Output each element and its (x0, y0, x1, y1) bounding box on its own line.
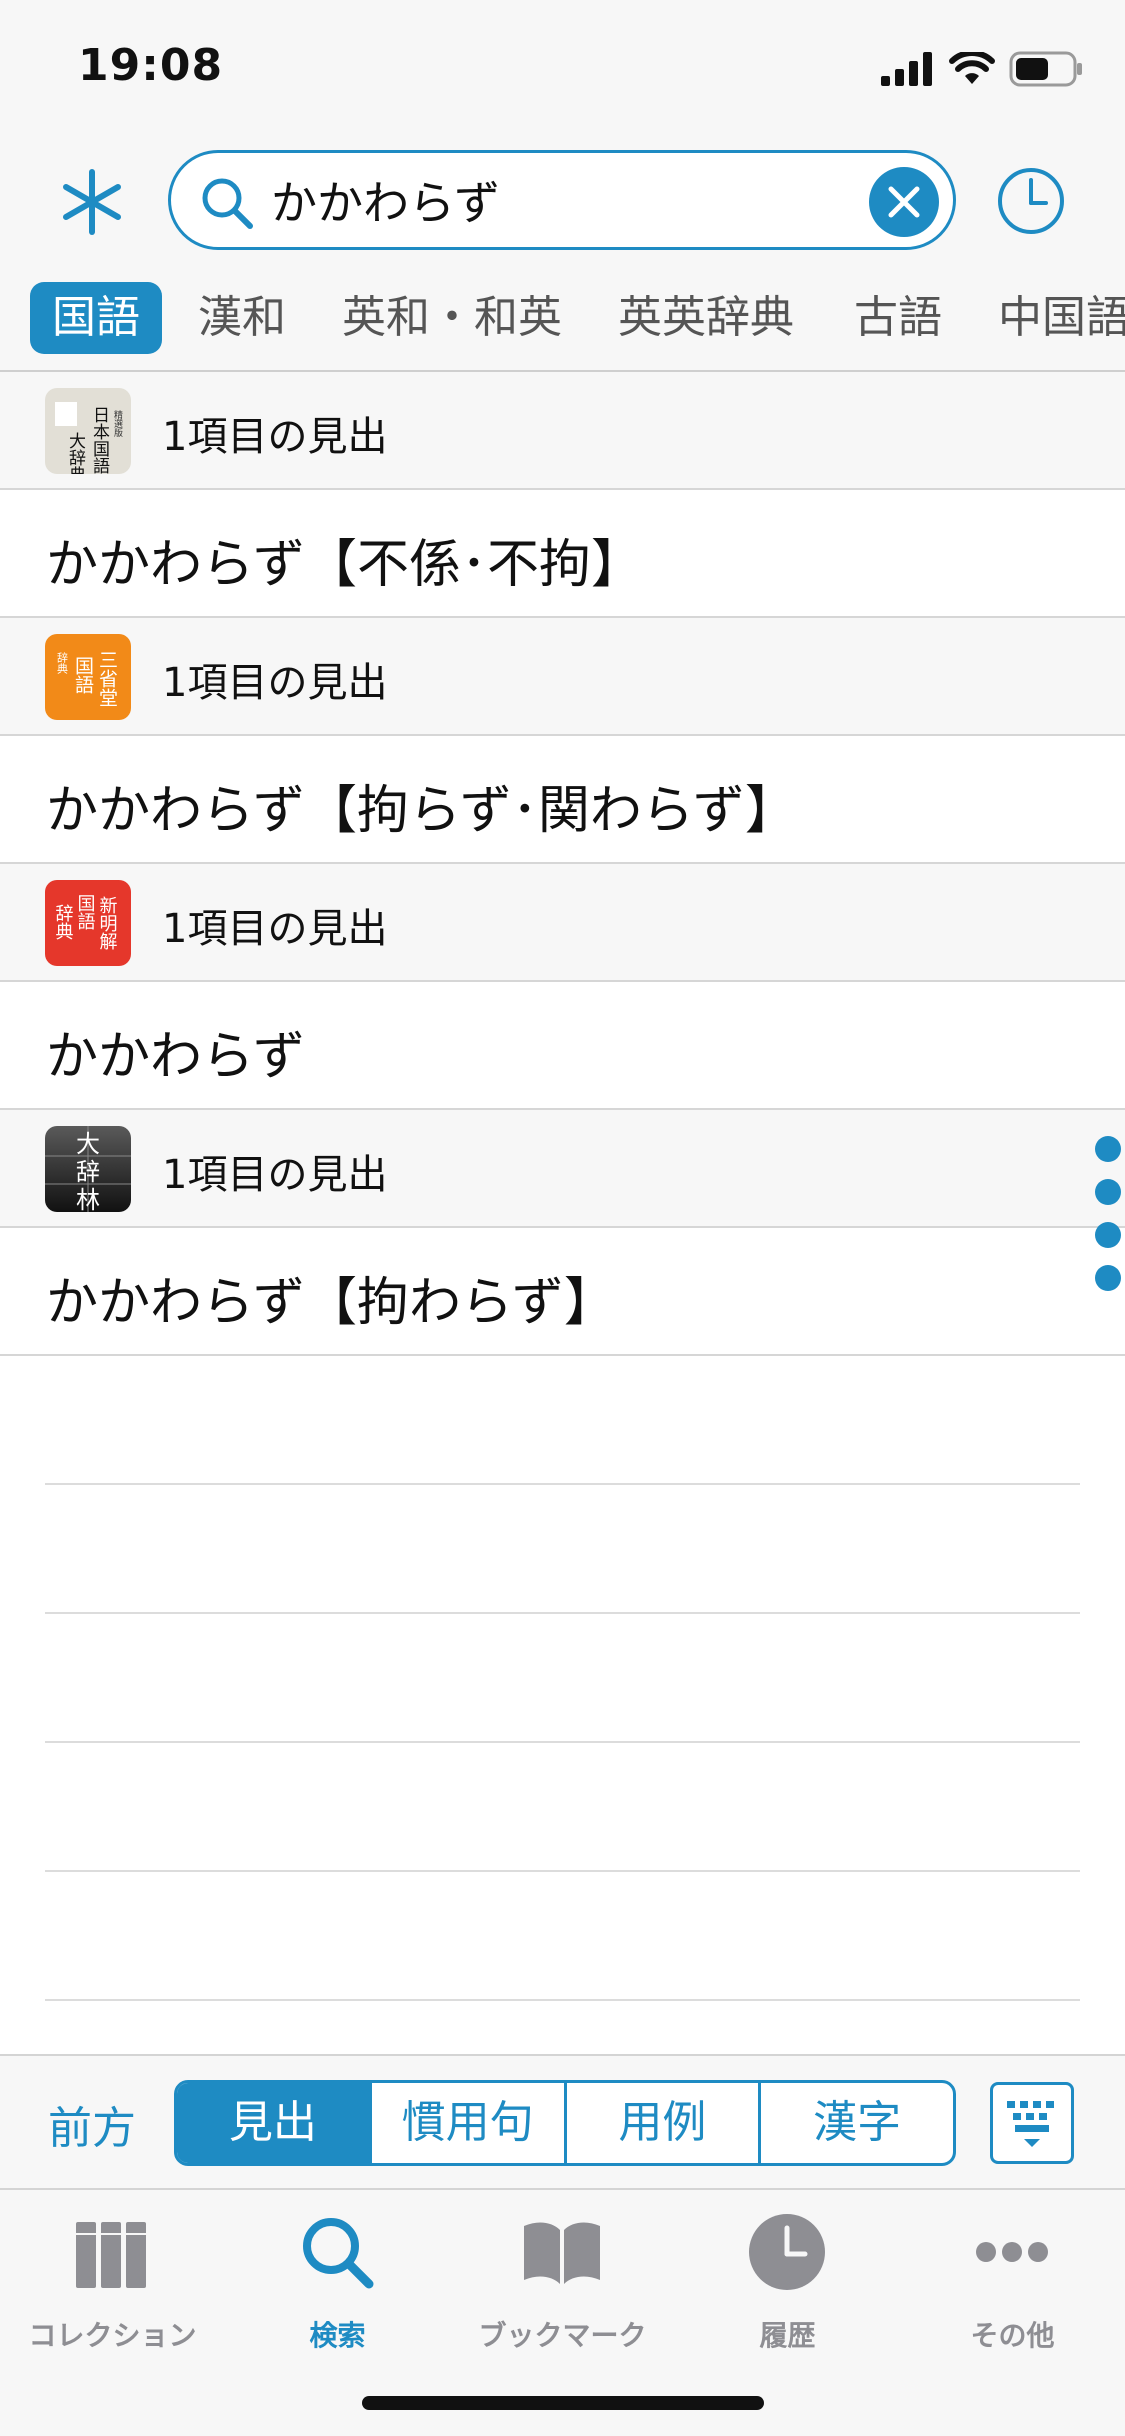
status-icons (881, 48, 1083, 90)
dictionary-header[interactable]: 大 辞 林 1項目の見出 (0, 1110, 1125, 1228)
scroll-dot (1095, 1136, 1121, 1162)
results-list: 精選版 日本国語 大辞典 1項目の見出 かかわらず【不係･不拘】 三省堂 国語 … (0, 372, 1125, 2001)
tab-eiei[interactable]: 英英辞典 (618, 282, 794, 354)
entry-count-label: 1項目の見出 (162, 414, 388, 460)
status-bar: 19:08 (0, 0, 1125, 132)
keyboard-icon (1007, 2101, 1054, 2147)
empty-row (45, 1356, 1080, 1485)
search-header (0, 132, 1125, 272)
segment-midashi[interactable]: 見出 (177, 2083, 372, 2163)
clock-icon (998, 168, 1064, 234)
result-entry-title: かかわらず (46, 1027, 305, 1087)
tab-search[interactable]: 検索 (225, 2204, 450, 2364)
svg-text:辞典: 辞典 (56, 651, 69, 675)
sanseido-kokugo-jiten-icon: 三省堂 国語 辞典 (45, 634, 131, 720)
svg-text:日本国語: 日本国語 (89, 406, 110, 474)
tab-label: ブックマーク (478, 2319, 647, 2352)
tab-history[interactable]: 履歴 (675, 2204, 900, 2364)
empty-row (45, 1872, 1080, 2001)
books-icon (76, 2222, 146, 2288)
search-icon (202, 178, 253, 229)
tab-more[interactable]: その他 (900, 2204, 1125, 2364)
tab-kogo[interactable]: 古語 (854, 282, 942, 354)
tab-kokugo[interactable]: 国語 (30, 282, 162, 354)
home-indicator[interactable] (362, 2396, 764, 2410)
search-mode-bar: 前方 見出 慣用句 用例 漢字 (0, 2054, 1125, 2188)
tab-chugokugo[interactable]: 中国語 (998, 282, 1125, 354)
open-book-icon (524, 2222, 600, 2284)
result-entry-title: かかわらず【拘わらず】 (46, 1273, 616, 1333)
svg-text:新明解: 新明解 (97, 896, 118, 950)
search-mode-segmented-control: 見出 慣用句 用例 漢字 (174, 2080, 956, 2166)
tab-collection[interactable]: コレクション (0, 2204, 225, 2364)
svg-text:三省堂: 三省堂 (96, 650, 118, 707)
dictionary-header[interactable]: 三省堂 国語 辞典 1項目の見出 (0, 618, 1125, 736)
svg-text:辞典: 辞典 (53, 904, 74, 940)
scroll-dot (1095, 1222, 1121, 1248)
result-entry-title: かかわらず【拘らず･関わらず】 (46, 781, 797, 841)
search-history-button[interactable] (996, 166, 1066, 236)
shinmeikai-kokugo-jiten-icon: 新明解 国語 辞典 (45, 880, 131, 966)
svg-text:辞: 辞 (76, 1158, 100, 1186)
tab-bookmark[interactable]: ブックマーク (450, 2204, 675, 2364)
wildcard-asterisk-button[interactable] (56, 166, 128, 238)
tab-label: コレクション (28, 2319, 197, 2352)
svg-text:大辞典: 大辞典 (65, 432, 86, 474)
dictionary-category-tabs: 国語 漢和 英和・和英 英英辞典 古語 中国語 (0, 272, 1125, 372)
empty-row (45, 1614, 1080, 1743)
result-entry[interactable]: かかわらず【拘わらず】 (0, 1228, 1125, 1356)
svg-text:国語: 国語 (72, 656, 94, 694)
svg-text:大: 大 (76, 1130, 100, 1158)
daijirin-icon: 大 辞 林 (45, 1126, 131, 1212)
result-entry[interactable]: かかわらず (0, 982, 1125, 1110)
scroll-dot (1095, 1265, 1121, 1291)
wifi-icon (949, 52, 995, 84)
segment-kanji[interactable]: 漢字 (761, 2083, 953, 2163)
keyboard-button[interactable] (990, 2082, 1074, 2164)
entry-count-label: 1項目の見出 (162, 660, 388, 706)
clear-search-button[interactable] (869, 167, 939, 237)
asterisk-icon (63, 169, 121, 235)
tab-eiwa-waei[interactable]: 英和・和英 (342, 282, 562, 354)
segment-yourei[interactable]: 用例 (567, 2083, 762, 2163)
signal-icon (881, 52, 932, 86)
seisenban-nihon-kokugo-daijiten-icon: 精選版 日本国語 大辞典 (45, 388, 131, 474)
dictionary-header[interactable]: 新明解 国語 辞典 1項目の見出 (0, 864, 1125, 982)
battery-icon (1009, 51, 1082, 87)
close-icon (888, 186, 920, 218)
tab-kanwa[interactable]: 漢和 (198, 282, 286, 354)
more-icon (976, 2242, 1048, 2262)
search-box[interactable] (168, 150, 956, 250)
result-entry[interactable]: かかわらず【不係･不拘】 (0, 490, 1125, 618)
svg-text:精選版: 精選版 (112, 409, 123, 438)
tab-label: その他 (970, 2319, 1055, 2352)
prefix-match-button[interactable]: 前方 (48, 2092, 136, 2156)
clock-icon (749, 2214, 825, 2290)
empty-row (45, 1485, 1080, 1614)
tab-label: 履歴 (759, 2319, 816, 2352)
search-input[interactable] (271, 165, 831, 235)
result-entry-title: かかわらず【不係･不拘】 (46, 535, 643, 595)
svg-text:国語: 国語 (75, 894, 96, 930)
dictionary-header[interactable]: 精選版 日本国語 大辞典 1項目の見出 (0, 372, 1125, 490)
entry-count-label: 1項目の見出 (162, 906, 388, 952)
result-entry[interactable]: かかわらず【拘らず･関わらず】 (0, 736, 1125, 864)
svg-text:林: 林 (76, 1186, 100, 1212)
entry-count-label: 1項目の見出 (162, 1152, 388, 1198)
segment-kanyouku[interactable]: 慣用句 (372, 2083, 567, 2163)
tab-label: 検索 (309, 2319, 366, 2352)
scroll-indicator[interactable] (1095, 1136, 1125, 1308)
status-time: 19:08 (78, 40, 224, 91)
search-icon (303, 2218, 374, 2289)
empty-row (45, 1743, 1080, 1872)
scroll-dot (1095, 1179, 1121, 1205)
